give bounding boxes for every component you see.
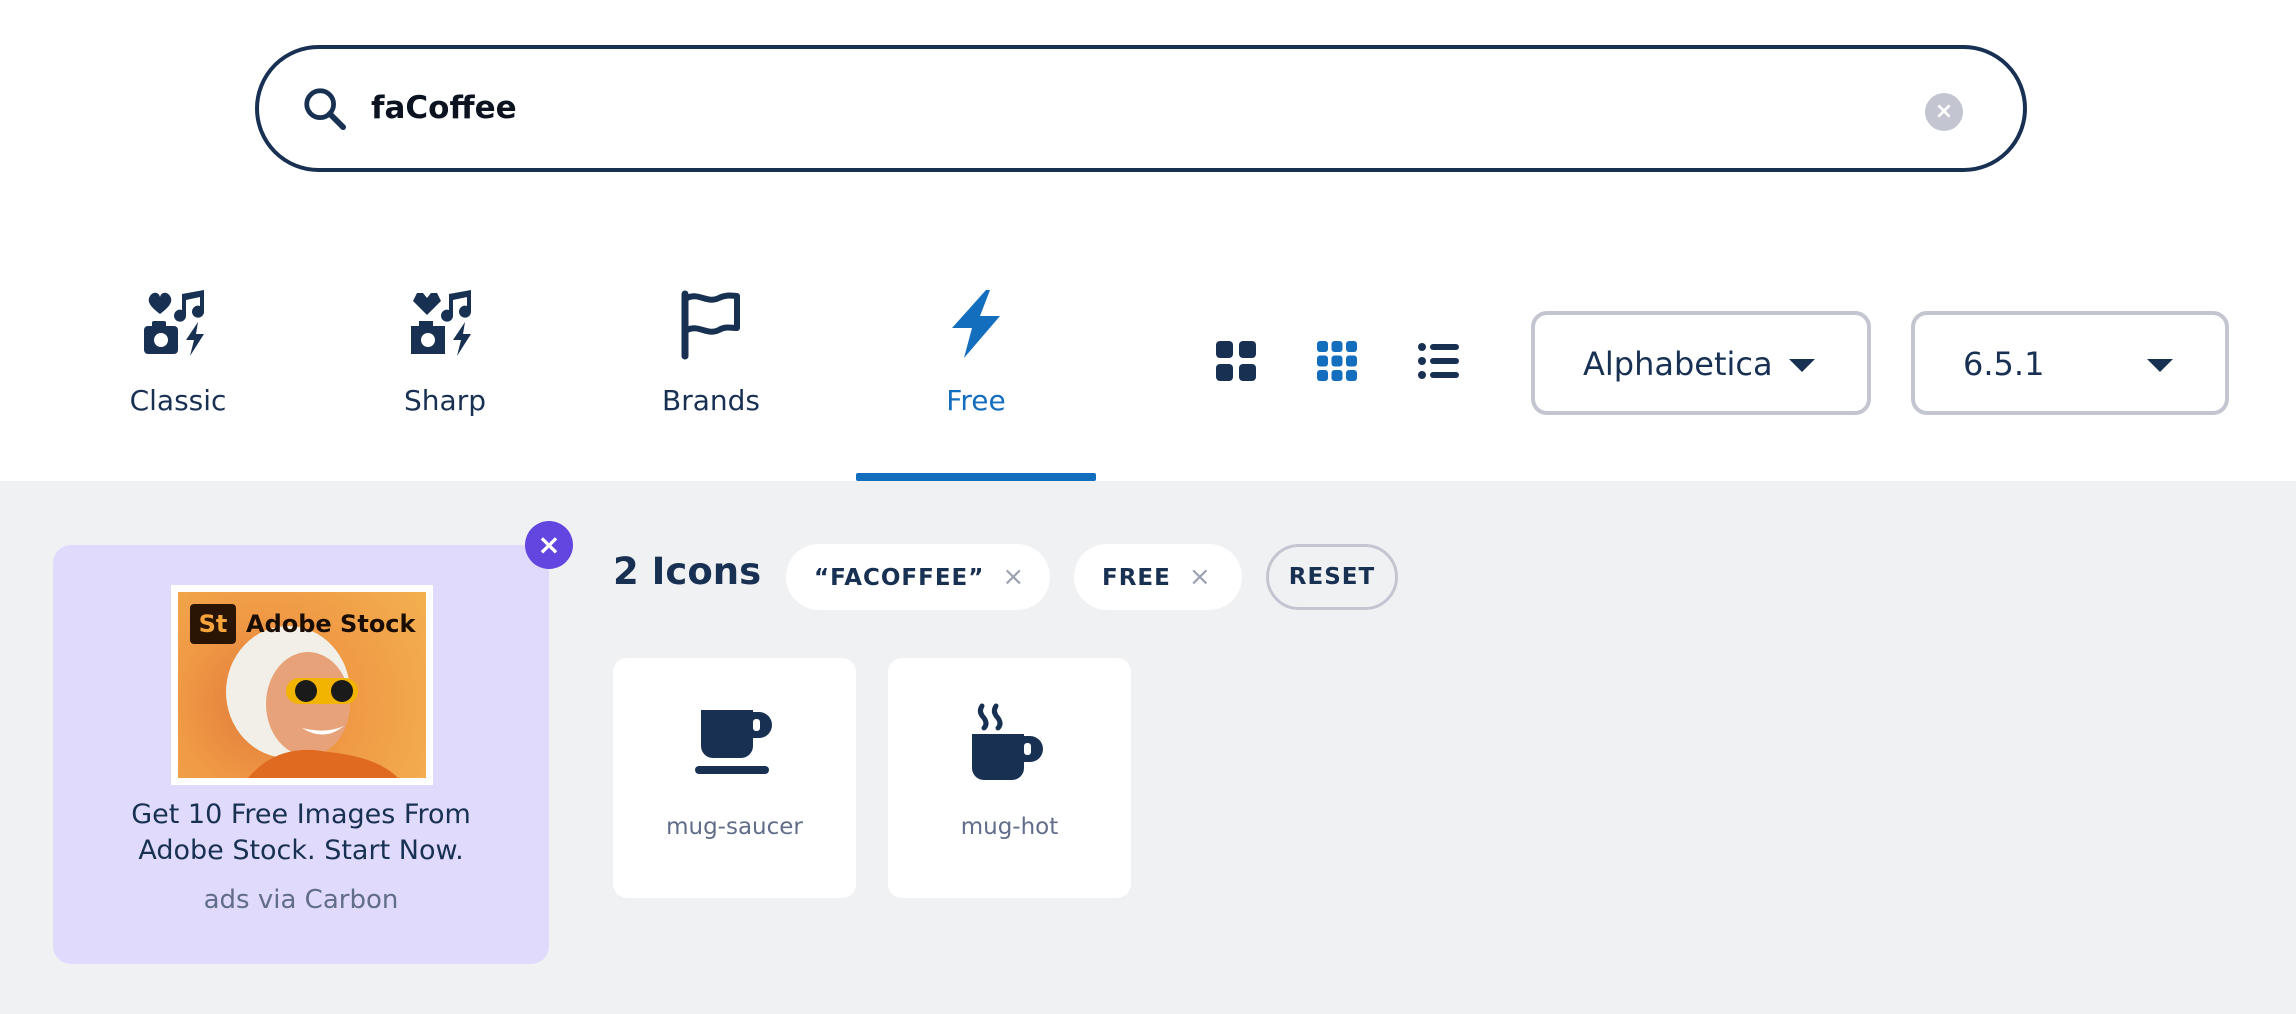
close-ad-button[interactable]: × xyxy=(525,521,573,569)
tab-label: Classic xyxy=(129,384,227,417)
tab-label: Sharp xyxy=(404,384,486,417)
sort-select-value: Alphabetical xyxy=(1583,345,1771,383)
bolt-icon xyxy=(952,290,1000,358)
large-grid-icon[interactable] xyxy=(1214,339,1258,383)
filter-chip-label: FREE xyxy=(1102,565,1171,591)
version-select[interactable]: 6.5.1 xyxy=(1911,311,2229,415)
icon-card-mug-hot[interactable]: mug-hot xyxy=(888,658,1131,898)
close-icon[interactable]: × xyxy=(1002,562,1025,592)
tab-sharp[interactable]: Sharp xyxy=(325,280,565,480)
icon-name: mug-saucer xyxy=(666,814,803,840)
mug-hot-icon xyxy=(972,703,1043,780)
close-icon[interactable]: × xyxy=(1189,562,1212,592)
search-input[interactable] xyxy=(371,75,1871,141)
ad-text-line: Adobe Stock. Start Now. xyxy=(138,835,464,866)
adobe-stock-logo: St xyxy=(190,604,236,644)
magnifying-glass-icon xyxy=(304,88,347,131)
filter-chip-label: “FACOFFEE” xyxy=(814,565,985,591)
ad-brand-name: Adobe Stock xyxy=(246,610,416,638)
tab-classic[interactable]: Classic xyxy=(58,280,298,480)
results-count: 2 Icons xyxy=(613,550,762,593)
icon-name: mug-hot xyxy=(960,814,1059,840)
filter-chip-free[interactable]: FREE × xyxy=(1074,544,1242,610)
ad-image[interactable]: St Adobe Stock xyxy=(171,585,433,785)
ad-brand: St Adobe Stock xyxy=(190,604,416,644)
ad-text[interactable]: Get 10 Free Images From Adobe Stock. Sta… xyxy=(53,797,549,869)
tab-label: Brands xyxy=(662,384,760,417)
active-tab-indicator xyxy=(856,473,1096,481)
carbon-ad[interactable]: St Adobe Stock Get 10 Free Images From A… xyxy=(53,545,549,964)
ad-photo: St Adobe Stock xyxy=(178,592,426,778)
reset-button[interactable]: RESET xyxy=(1266,544,1398,610)
tab-label: Free xyxy=(946,384,1006,417)
ad-text-line: Get 10 Free Images From xyxy=(131,799,471,830)
sort-select[interactable]: Alphabetical xyxy=(1531,311,1871,415)
chevron-down-icon xyxy=(2147,359,2173,372)
icon-card-mug-saucer[interactable]: mug-saucer xyxy=(613,658,856,898)
search-bar[interactable]: × xyxy=(255,45,2027,172)
filter-chip-query[interactable]: “FACOFFEE” × xyxy=(786,544,1050,610)
small-grid-icon[interactable] xyxy=(1315,339,1359,383)
mug-saucer-icon xyxy=(695,710,772,774)
list-icon[interactable] xyxy=(1417,339,1461,383)
tab-brands[interactable]: Brands xyxy=(591,280,831,480)
chevron-down-icon xyxy=(1789,359,1815,372)
sharp-family-icon xyxy=(411,290,471,356)
ads-via-carbon-link[interactable]: ads via Carbon xyxy=(53,885,549,915)
version-select-value: 6.5.1 xyxy=(1963,345,2045,383)
clear-search-button[interactable]: × xyxy=(1925,93,1963,131)
classic-family-icon xyxy=(144,290,204,356)
flag-icon xyxy=(681,290,740,360)
tab-free[interactable]: Free xyxy=(856,280,1096,480)
